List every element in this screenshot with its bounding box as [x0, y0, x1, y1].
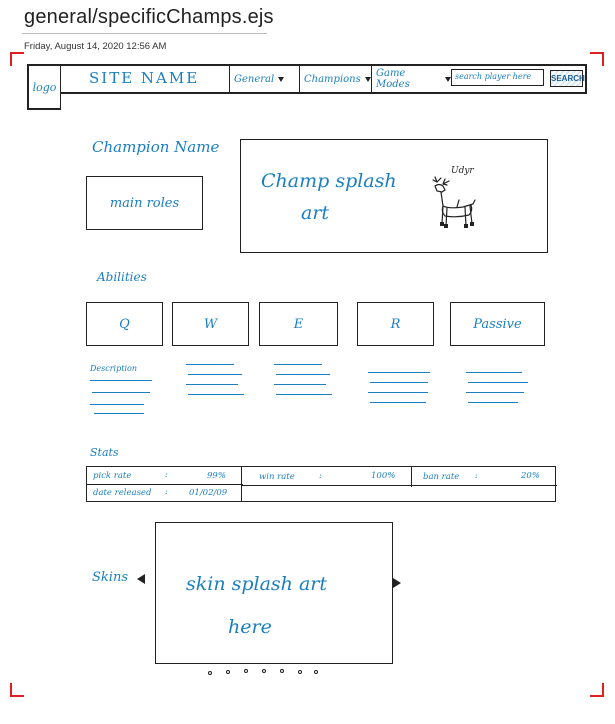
- skins-heading: Skins: [92, 570, 128, 585]
- description-line: [368, 392, 428, 393]
- ability-e-description: [274, 364, 344, 408]
- description-line: [466, 372, 522, 373]
- ban-rate-value: 20%: [521, 471, 540, 481]
- ability-w-label: W: [203, 316, 218, 332]
- ability-q-label: Q: [119, 316, 130, 332]
- description-line: [274, 384, 326, 385]
- stat-separator: :: [319, 471, 322, 481]
- ability-passive-description: [466, 372, 536, 412]
- timestamp: Friday, August 14, 2020 12:56 AM: [24, 41, 167, 52]
- description-line: [370, 382, 428, 383]
- description-line: [186, 384, 238, 385]
- site-name[interactable]: SITE NAME: [89, 69, 199, 87]
- description-line: [370, 402, 426, 403]
- main-roles-box: main roles: [86, 176, 203, 230]
- stat-separator: :: [475, 471, 478, 481]
- pagination-dot[interactable]: [226, 670, 230, 674]
- nav-menu-game-modes[interactable]: Game Modes: [371, 66, 451, 92]
- stats-col-divider: [411, 467, 412, 487]
- title-divider: [22, 33, 267, 34]
- description-line: [90, 404, 144, 405]
- ability-passive-label: Passive: [473, 316, 522, 332]
- description-line: [276, 374, 330, 375]
- stats-col-divider: [241, 467, 242, 501]
- champion-splash-art: Champ splash art Udyr: [240, 139, 548, 253]
- pagination-dot[interactable]: [314, 670, 318, 674]
- stats-row-divider: [241, 485, 557, 486]
- nav-menu-game-modes-label: Game Modes: [376, 68, 410, 90]
- corner-mark-top-left: [10, 52, 24, 66]
- description-line: [368, 372, 430, 373]
- champion-splash-text-line1: Champ splash: [261, 170, 397, 192]
- pick-rate-value: 99%: [207, 471, 226, 481]
- description-line: [188, 374, 242, 375]
- main-roles-label: main roles: [109, 195, 180, 211]
- description-line: [90, 380, 152, 381]
- ability-r[interactable]: R: [357, 302, 434, 346]
- ability-r-label: R: [390, 316, 401, 332]
- stats-row-divider: [87, 484, 243, 485]
- champion-name: Champion Name: [92, 138, 220, 156]
- ability-r-description: [368, 372, 438, 412]
- nav-menu-general-label: General: [234, 73, 275, 85]
- corner-mark-top-right: [590, 52, 604, 66]
- abilities-heading: Abilities: [97, 270, 147, 284]
- description-line: [186, 364, 234, 365]
- skin-splash-text-line1: skin splash art: [186, 573, 328, 595]
- description-line: [188, 394, 244, 395]
- skin-splash-art: skin splash art here: [155, 522, 393, 664]
- ban-rate-label: ban rate: [423, 472, 460, 482]
- search-input[interactable]: search player here: [451, 69, 544, 86]
- chevron-down-icon: [364, 76, 371, 82]
- win-rate-value: 100%: [371, 471, 396, 481]
- description-line: [94, 413, 144, 414]
- page-title: general/specificChamps.ejs: [24, 6, 274, 28]
- stats-heading: Stats: [90, 446, 119, 459]
- stat-separator: :: [165, 470, 168, 480]
- chevron-down-icon: [278, 76, 285, 82]
- nav-menu-champions[interactable]: Champions: [299, 66, 371, 92]
- date-released-label: date released: [93, 488, 152, 498]
- pagination-dot[interactable]: [244, 669, 248, 673]
- win-rate-label: win rate: [259, 472, 295, 482]
- pagination-dot[interactable]: [298, 670, 302, 674]
- skins-pagination: [208, 669, 328, 677]
- pagination-dot[interactable]: [280, 669, 284, 673]
- pagination-dot[interactable]: [208, 671, 212, 675]
- pick-rate-label: pick rate: [93, 471, 132, 481]
- ability-e-label: E: [293, 316, 304, 332]
- corner-mark-bottom-left: [10, 683, 24, 697]
- corner-mark-bottom-right: [590, 683, 604, 697]
- search-button[interactable]: SEARCH: [550, 70, 585, 87]
- ability-passive[interactable]: Passive: [450, 302, 545, 346]
- ability-q-description: [90, 380, 160, 420]
- ability-q[interactable]: Q: [86, 302, 163, 346]
- deer-sketch-icon: [432, 176, 476, 228]
- nav-menu-champions-label: Champions: [304, 73, 361, 85]
- skins-prev-arrow-icon[interactable]: [137, 574, 145, 584]
- nav-menu-general[interactable]: General: [229, 66, 299, 92]
- logo[interactable]: logo: [27, 64, 61, 110]
- ability-e[interactable]: E: [259, 302, 338, 346]
- champion-splash-text-line2: art: [301, 202, 330, 224]
- description-line: [276, 394, 332, 395]
- description-line: [92, 392, 150, 393]
- description-line: [466, 392, 524, 393]
- stats-table: pick rate : 99% date released : 01/02/09…: [86, 466, 557, 502]
- pagination-dot[interactable]: [262, 669, 266, 673]
- ability-description-label: Description: [90, 364, 137, 373]
- sketch-caption: Udyr: [451, 166, 474, 176]
- skin-splash-text-line2: here: [228, 616, 272, 638]
- skins-next-arrow-icon[interactable]: [393, 578, 401, 588]
- description-line: [274, 364, 322, 365]
- stat-separator: :: [165, 487, 168, 497]
- ability-w[interactable]: W: [172, 302, 249, 346]
- ability-w-description: [186, 364, 256, 408]
- description-line: [468, 382, 528, 383]
- date-released-value: 01/02/09: [189, 488, 228, 498]
- description-line: [468, 402, 518, 403]
